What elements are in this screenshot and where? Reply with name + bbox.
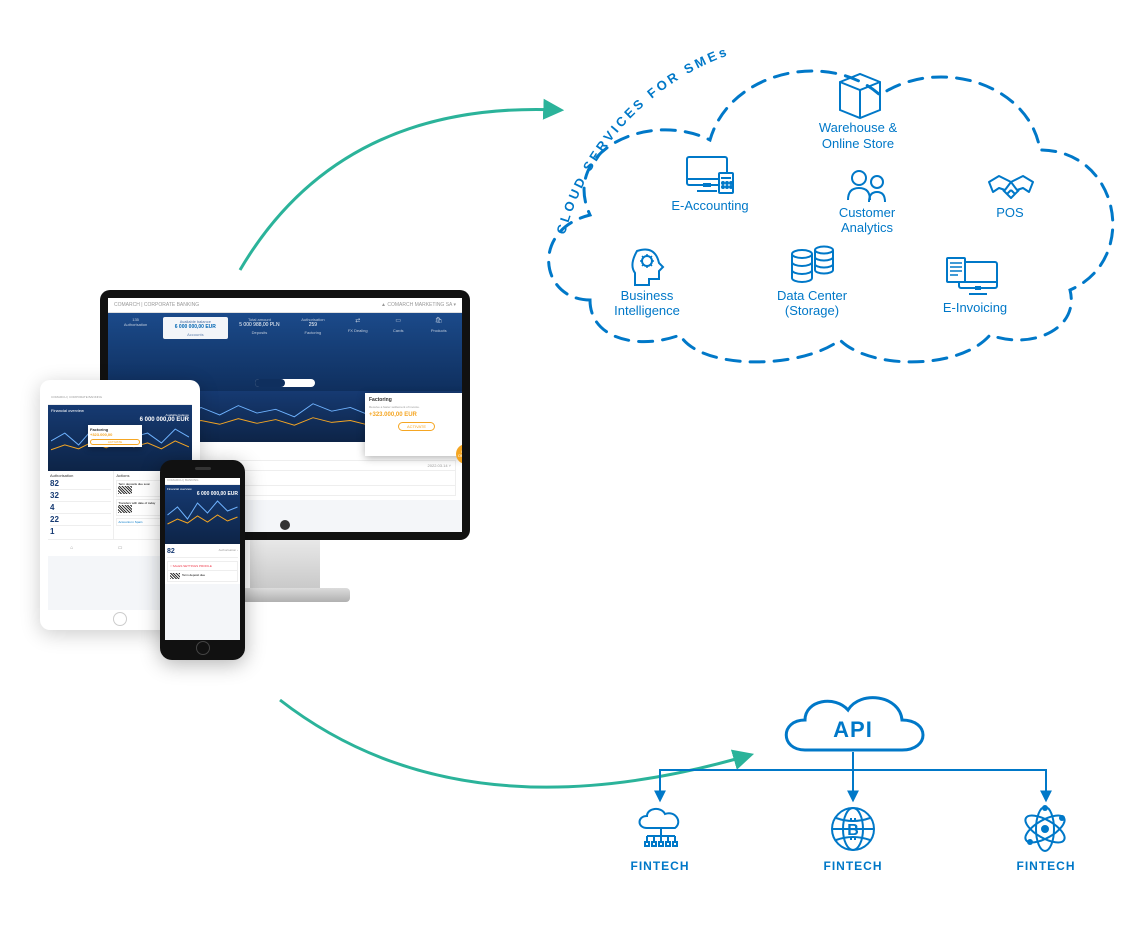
bi-icon (632, 250, 663, 286)
svg-text:Business: Business (621, 288, 674, 303)
pos-icon (989, 176, 1033, 198)
eaccounting-icon (687, 157, 733, 193)
arrow-to-cloud (240, 109, 560, 270)
einvoicing-icon (947, 258, 997, 294)
svg-text:E-Accounting: E-Accounting (671, 198, 748, 213)
svg-text:(Storage): (Storage) (785, 303, 839, 318)
svg-text:FINTECH: FINTECH (631, 859, 690, 873)
svg-text:E-Invoicing: E-Invoicing (943, 300, 1007, 315)
svg-text:Warehouse &: Warehouse & (819, 120, 898, 135)
customer-analytics-icon (848, 171, 885, 202)
svg-text:API: API (833, 717, 873, 742)
svg-text:Analytics: Analytics (841, 220, 894, 235)
svg-text:FINTECH: FINTECH (1017, 859, 1076, 873)
svg-text:Customer: Customer (839, 205, 896, 220)
api-cloud: API (786, 698, 923, 750)
fintech-cloud-network-icon (640, 809, 679, 846)
svg-text:POS: POS (996, 205, 1024, 220)
svg-text:Data Center: Data Center (777, 288, 848, 303)
diagram-overlay: CLOUD SERVICES FOR SMEs Warehouse & Onli… (0, 0, 1125, 926)
svg-text:Intelligence: Intelligence (614, 303, 680, 318)
svg-text:FINTECH: FINTECH (824, 859, 883, 873)
fintech-globe-icon: B (832, 808, 874, 850)
svg-text:B: B (847, 822, 859, 839)
svg-text:Online Store: Online Store (822, 136, 894, 151)
datacenter-icon (792, 247, 833, 283)
arrow-to-api (280, 700, 750, 787)
fintech-atom-icon (1021, 805, 1068, 851)
